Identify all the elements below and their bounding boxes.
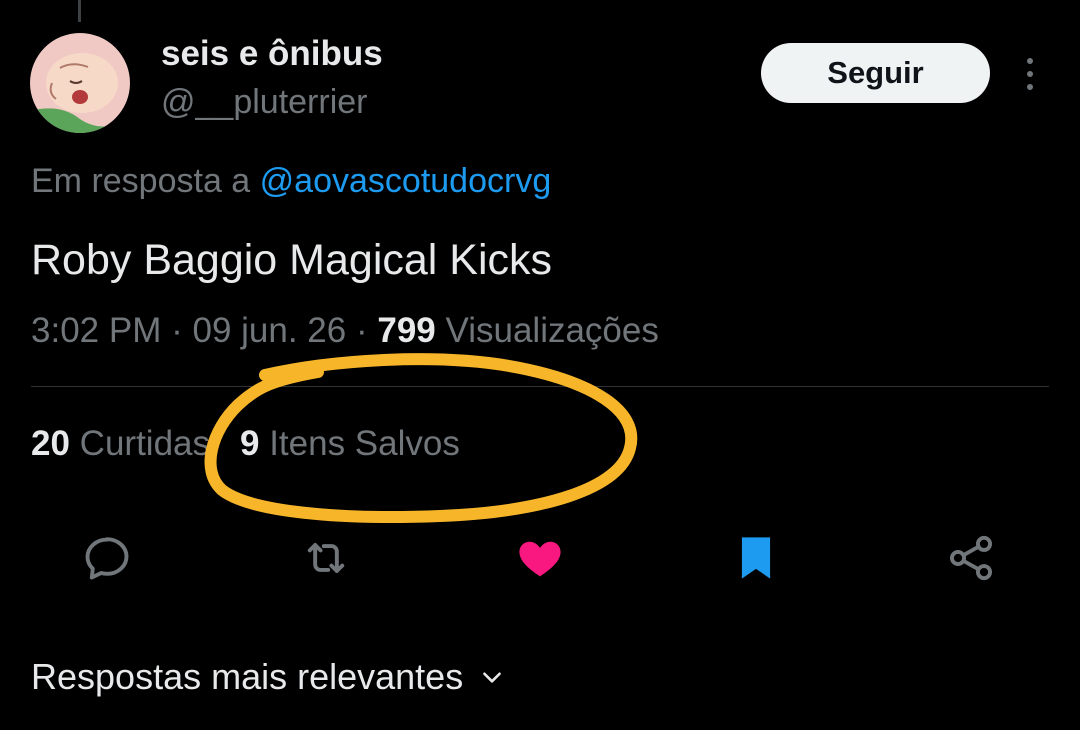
- retweet-button[interactable]: [298, 530, 354, 586]
- likes-label: Curtidas: [79, 424, 210, 463]
- like-button[interactable]: [512, 530, 568, 586]
- author-handle[interactable]: @__pluterrier: [161, 83, 368, 122]
- engagement-stats: 20 Curtidas 9 Itens Salvos: [31, 424, 460, 464]
- thread-connector-line: [78, 0, 81, 22]
- replies-sort-label: Respostas mais relevantes: [31, 656, 464, 697]
- separator-dot: ·: [171, 311, 193, 350]
- avatar[interactable]: [30, 33, 130, 133]
- bookmark-icon: [741, 537, 771, 579]
- reply-mention-link[interactable]: @aovascotudocrvg: [260, 162, 552, 200]
- more-options-icon[interactable]: [1014, 52, 1046, 96]
- bookmark-button[interactable]: [728, 530, 784, 586]
- share-icon: [949, 535, 993, 581]
- replies-sort-dropdown[interactable]: Respostas mais relevantes: [31, 656, 505, 698]
- tweet-time[interactable]: 3:02 PM: [31, 311, 161, 350]
- likes-stat[interactable]: 20 Curtidas: [31, 424, 210, 463]
- views-label: Visualizações: [445, 311, 659, 350]
- reply-prefix: Em resposta a: [31, 162, 251, 200]
- saves-count: 9: [240, 424, 260, 463]
- views-count: 799: [377, 311, 436, 350]
- reply-context: Em resposta a @aovascotudocrvg: [31, 162, 551, 201]
- separator-dot: ·: [355, 311, 378, 350]
- chevron-down-icon: [479, 664, 505, 690]
- tweet-metadata: 3:02 PM · 09 jun. 26 · 799 Visualizações: [31, 311, 659, 351]
- author-display-name[interactable]: seis e ônibus: [161, 34, 383, 74]
- tweet-action-bar: [0, 530, 1080, 590]
- divider: [31, 386, 1049, 387]
- tweet-date[interactable]: 09 jun. 26: [192, 311, 346, 350]
- tweet-text: Roby Baggio Magical Kicks: [31, 236, 553, 284]
- avatar-image: [30, 33, 130, 133]
- share-button[interactable]: [943, 530, 999, 586]
- likes-count: 20: [31, 424, 70, 463]
- reply-button[interactable]: [79, 530, 135, 586]
- heart-icon: [519, 541, 561, 577]
- saves-stat[interactable]: 9 Itens Salvos: [240, 424, 460, 463]
- reply-icon: [85, 537, 129, 580]
- follow-button[interactable]: Seguir: [761, 43, 990, 103]
- saves-label: Itens Salvos: [269, 424, 460, 463]
- retweet-icon: [307, 543, 345, 573]
